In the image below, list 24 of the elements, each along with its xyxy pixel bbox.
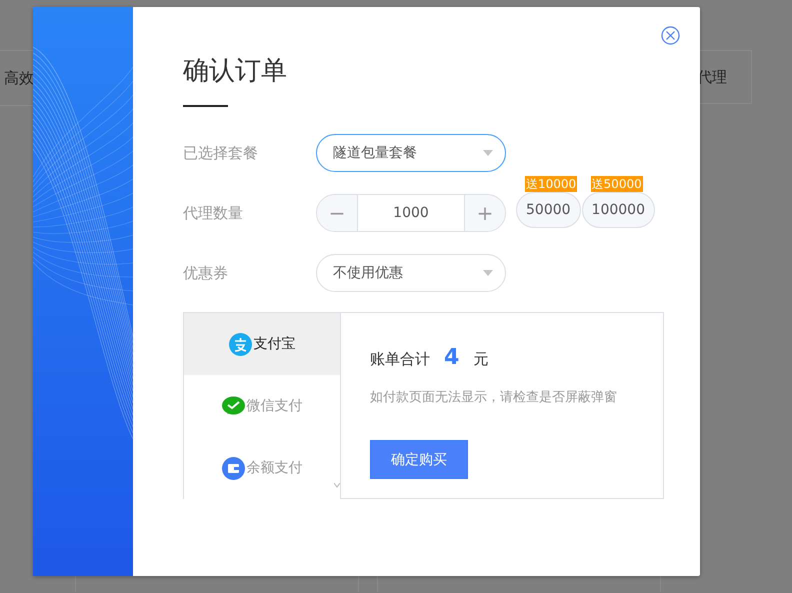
bonus-badge: 送10000 (525, 176, 578, 192)
wechat-icon (222, 394, 244, 418)
payment-note: 如付款页面无法显示，请检查是否屏蔽弹窗 (370, 389, 618, 406)
close-icon[interactable] (661, 26, 680, 45)
total-label: 账单合计 (370, 350, 430, 369)
field-label: 优惠券 (183, 264, 229, 282)
bonus-badge: 送50000 (590, 176, 643, 192)
caret-icon (483, 270, 493, 276)
preset-button[interactable]: 50000 (516, 192, 581, 228)
buy-button[interactable]: 确定购买 (370, 440, 468, 479)
select-field[interactable]: 隧道包量套餐 (316, 134, 506, 172)
field-label: 已选择套餐 (183, 144, 259, 162)
card-title: 高效 (4, 68, 34, 88)
preset-button[interactable]: 100000 (582, 192, 655, 228)
field-label: 代理数量 (183, 204, 244, 222)
caret-icon (483, 150, 493, 156)
payment-tab[interactable]: 支付宝 (184, 313, 340, 375)
currency-unit: 元 (473, 350, 488, 369)
total-amount: 4 (444, 345, 460, 370)
select-field[interactable]: 不使用优惠 (316, 254, 506, 292)
caret-icon (334, 483, 340, 488)
alipay-icon (228, 332, 252, 356)
wallet-icon (222, 456, 244, 480)
dialog-title: 确认订单 (183, 55, 288, 88)
